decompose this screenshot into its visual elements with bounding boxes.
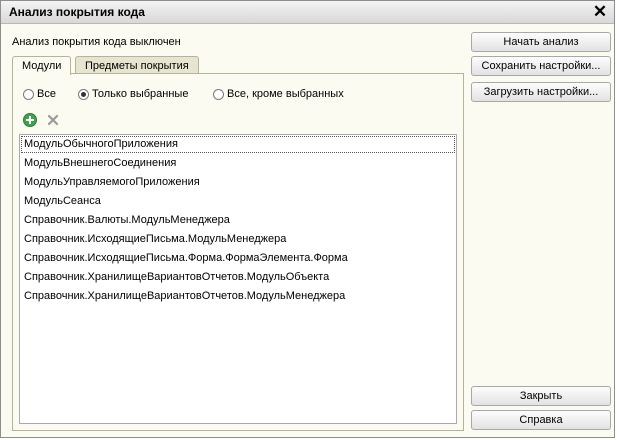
list-item[interactable]: Справочник.ИсходящиеПисьма.МодульМенедже… — [20, 230, 456, 249]
radio-all-except-selected[interactable]: Все, кроме выбранных — [213, 88, 344, 100]
window-title: Анализ покрытия кода — [9, 5, 145, 19]
radio-button[interactable] — [213, 88, 224, 100]
radio-only-selected[interactable]: Только выбранные — [78, 88, 188, 100]
add-icon[interactable] — [23, 113, 37, 127]
list-item[interactable]: Справочник.Валюты.МодульМенеджера — [20, 211, 456, 230]
module-list[interactable]: МодульОбычногоПриложения МодульВнешнегоС… — [19, 134, 457, 424]
tab-coverage-items[interactable]: Предметы покрытия — [75, 56, 199, 74]
list-item[interactable]: Справочник.ХранилищеВариантовОтчетов.Мод… — [20, 287, 456, 306]
start-analysis-button[interactable]: Начать анализ — [471, 32, 611, 52]
save-settings-button[interactable]: Сохранить настройки... — [471, 56, 611, 76]
help-button[interactable]: Справка — [471, 410, 611, 430]
list-item[interactable]: Справочник.ХранилищеВариантовОтчетов.Мод… — [20, 268, 456, 287]
list-item[interactable]: МодульВнешнегоСоединения — [20, 154, 456, 173]
list-item[interactable]: МодульУправляемогоПриложения — [20, 173, 456, 192]
delete-icon[interactable] — [46, 113, 60, 127]
coverage-status-text: Анализ покрытия кода выключен — [12, 36, 181, 48]
radio-button[interactable] — [23, 88, 34, 100]
title-bar: Анализ покрытия кода ✕ — [1, 1, 614, 24]
radio-label: Все — [37, 88, 56, 100]
radio-label: Только выбранные — [92, 88, 189, 100]
tab-modules[interactable]: Модули — [12, 56, 72, 75]
radio-label: Все, кроме выбранных — [227, 88, 344, 100]
list-item[interactable]: МодульСеанса — [20, 192, 456, 211]
list-item[interactable]: Справочник.ИсходящиеПисьма.Форма.ФормаЭл… — [20, 249, 456, 268]
radio-button-checked[interactable] — [78, 88, 89, 100]
close-button[interactable]: Закрыть — [471, 386, 611, 406]
list-item[interactable]: МодульОбычногоПриложения — [20, 135, 456, 154]
load-settings-button[interactable]: Загрузить настройки... — [471, 82, 611, 102]
close-icon[interactable]: ✕ — [590, 2, 610, 22]
coverage-dialog: Анализ покрытия кода ✕ Анализ покрытия к… — [0, 0, 615, 438]
radio-all[interactable]: Все — [23, 88, 56, 100]
